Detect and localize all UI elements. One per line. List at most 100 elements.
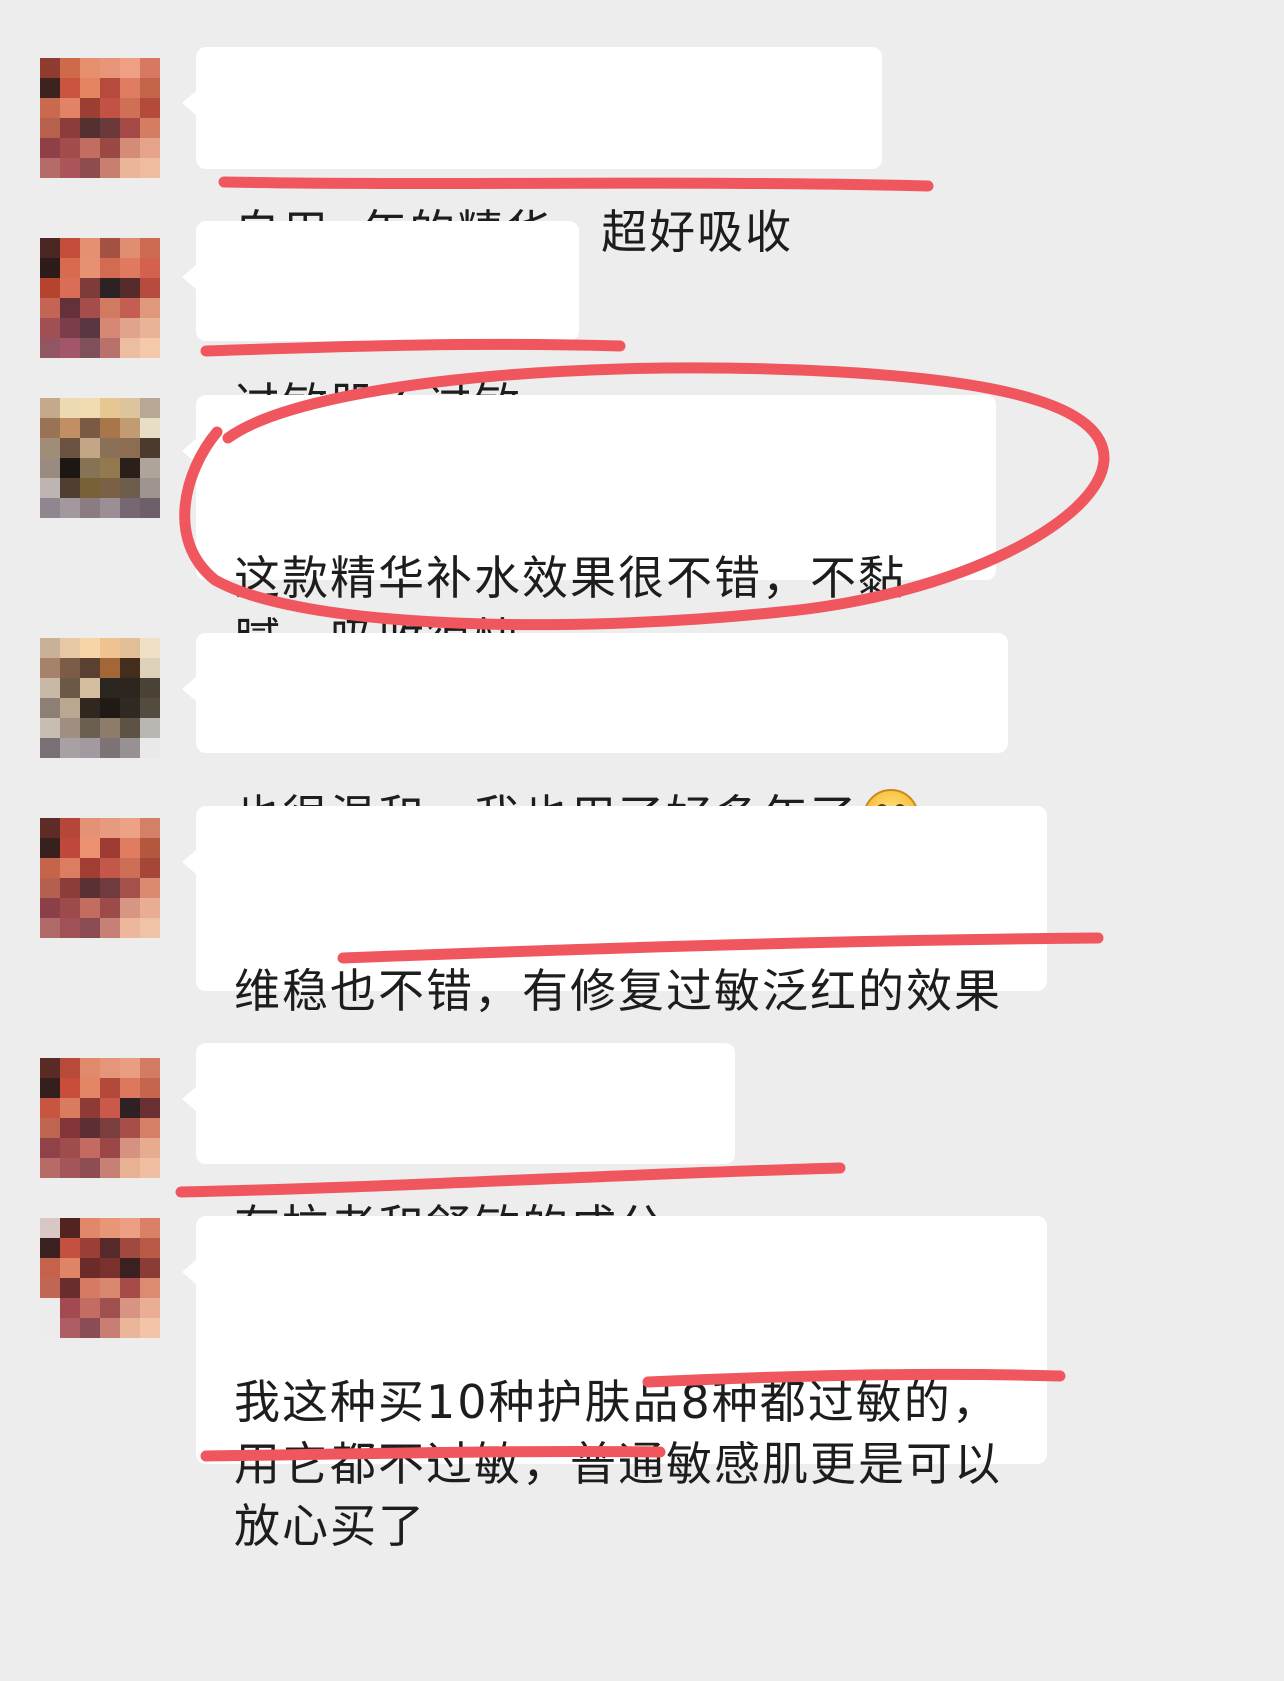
avatar-pixel xyxy=(140,918,160,938)
avatar-pixel xyxy=(80,238,100,258)
avatar[interactable] xyxy=(40,1058,160,1178)
avatar-pixel xyxy=(120,158,140,178)
avatar-pixel xyxy=(40,478,60,498)
avatar-pixel xyxy=(40,58,60,78)
avatar-pixel xyxy=(80,678,100,698)
avatar-pixel xyxy=(100,58,120,78)
message-bubble[interactable]: 维稳也不错，有修复过敏泛红的效果 xyxy=(182,806,1047,1018)
avatar-pixel xyxy=(140,1318,160,1338)
message-bubble[interactable]: 自用n年的精华，超好吸收 xyxy=(182,47,882,259)
avatar-pixel xyxy=(40,1258,60,1278)
avatar-pixel xyxy=(40,1278,60,1298)
avatar-pixel xyxy=(120,418,140,438)
avatar-pixel xyxy=(100,1278,120,1298)
avatar-pixel xyxy=(80,118,100,138)
avatar-pixel xyxy=(140,638,160,658)
avatar-pixel xyxy=(40,398,60,418)
avatar-pixel xyxy=(140,1098,160,1118)
avatar-pixel xyxy=(100,698,120,718)
avatar-pixel xyxy=(40,438,60,458)
avatar-pixel xyxy=(120,878,140,898)
avatar-pixel xyxy=(100,1318,120,1338)
message-bubble[interactable]: 也很温和，我也用了好多年了 xyxy=(182,633,1008,845)
avatar-pixel xyxy=(60,1138,80,1158)
avatar-pixel xyxy=(60,138,80,158)
avatar-pixel xyxy=(120,98,140,118)
avatar-pixel xyxy=(120,398,140,418)
avatar-pixel xyxy=(40,118,60,138)
avatar-pixel xyxy=(100,878,120,898)
message-bubble[interactable]: 我这种买10种护肤品8种都过敏的，用它都不过敏，普通敏感肌更是可以放心买了 xyxy=(182,1216,1047,1553)
avatar-pixel xyxy=(80,1298,100,1318)
avatar-pixel xyxy=(120,58,140,78)
avatar-pixel xyxy=(60,458,80,478)
avatar-pixel xyxy=(40,1078,60,1098)
avatar-pixel xyxy=(40,498,60,518)
avatar-pixel xyxy=(40,1138,60,1158)
avatar-pixel xyxy=(140,678,160,698)
avatar[interactable] xyxy=(40,1218,160,1338)
avatar-pixel xyxy=(80,658,100,678)
avatar-pixel xyxy=(40,98,60,118)
avatar-pixel xyxy=(100,898,120,918)
avatar-pixel xyxy=(60,1118,80,1138)
avatar-pixel xyxy=(80,898,100,918)
avatar-pixel xyxy=(80,1258,100,1278)
avatar-pixel xyxy=(140,698,160,718)
avatar-pixel xyxy=(60,98,80,118)
avatar-pixel xyxy=(140,1238,160,1258)
avatar-pixel xyxy=(100,278,120,298)
avatar-pixel xyxy=(60,878,80,898)
avatar-pixel xyxy=(80,738,100,758)
avatar-pixel xyxy=(60,1318,80,1338)
message-bubble[interactable]: 有抗老和舒敏的成分 xyxy=(182,1043,735,1254)
avatar-pixel xyxy=(100,1118,120,1138)
avatar-pixel xyxy=(100,1058,120,1078)
avatar[interactable] xyxy=(40,58,160,178)
avatar-pixel xyxy=(80,1098,100,1118)
avatar-pixel xyxy=(40,1118,60,1138)
avatar-pixel xyxy=(80,698,100,718)
avatar-pixel xyxy=(100,1238,120,1258)
avatar-pixel xyxy=(120,1218,140,1238)
avatar-pixel xyxy=(60,1218,80,1238)
avatar-pixel xyxy=(80,858,100,878)
avatar-pixel xyxy=(100,1258,120,1278)
avatar-pixel xyxy=(120,1118,140,1138)
avatar-pixel xyxy=(40,698,60,718)
avatar-pixel xyxy=(40,298,60,318)
avatar-pixel xyxy=(60,918,80,938)
avatar-pixel xyxy=(40,738,60,758)
avatar-pixel xyxy=(40,898,60,918)
avatar-pixel xyxy=(100,1078,120,1098)
avatar-pixel xyxy=(40,878,60,898)
avatar-pixel xyxy=(60,678,80,698)
avatar-pixel xyxy=(100,858,120,878)
avatar-pixel xyxy=(140,438,160,458)
avatar-pixel xyxy=(40,718,60,738)
avatar-pixel xyxy=(40,818,60,838)
avatar[interactable] xyxy=(40,638,160,758)
avatar-pixel xyxy=(40,1238,60,1258)
avatar-pixel xyxy=(60,1078,80,1098)
message-bubble[interactable]: 这款精华补水效果很不错，不黏腻，吸收很快 xyxy=(182,395,996,667)
avatar-pixel xyxy=(80,158,100,178)
avatar[interactable] xyxy=(40,398,160,518)
avatar-pixel xyxy=(80,1238,100,1258)
avatar-pixel xyxy=(40,838,60,858)
avatar-pixel xyxy=(100,738,120,758)
avatar-pixel xyxy=(100,658,120,678)
avatar-pixel xyxy=(60,1098,80,1118)
avatar-pixel xyxy=(140,398,160,418)
avatar-pixel xyxy=(40,1158,60,1178)
avatar-pixel xyxy=(120,1138,140,1158)
avatar-pixel xyxy=(140,318,160,338)
avatar-pixel xyxy=(100,1138,120,1158)
message-bubble[interactable]: 过敏肌不过敏 xyxy=(182,221,579,432)
avatar-pixel xyxy=(40,138,60,158)
avatar[interactable] xyxy=(40,818,160,938)
avatar[interactable] xyxy=(40,238,160,358)
avatar-pixel xyxy=(60,838,80,858)
avatar-pixel xyxy=(40,258,60,278)
avatar-pixel xyxy=(60,858,80,878)
